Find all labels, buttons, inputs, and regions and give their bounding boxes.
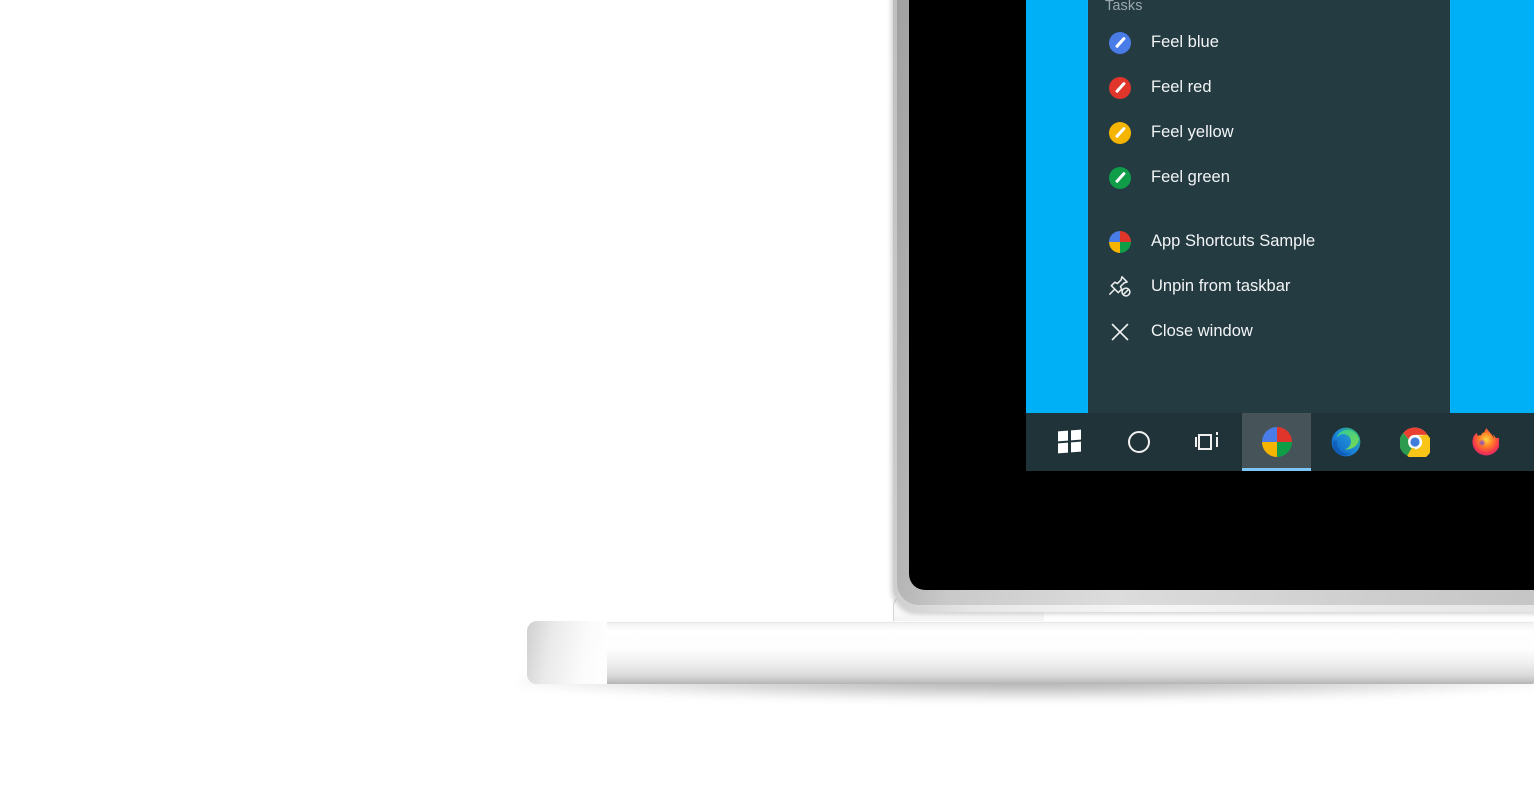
taskbar-button-cortana[interactable] — [1104, 413, 1173, 471]
jumplist-item-feel-blue[interactable]: Feel blue — [1088, 20, 1450, 65]
laptop-base-left-cap — [527, 621, 607, 684]
taskbar-button-start[interactable] — [1035, 413, 1104, 471]
laptop-base — [527, 621, 1534, 684]
jumplist-item-unpin-from-taskbar[interactable]: Unpin from taskbar — [1088, 264, 1450, 309]
taskbar-button-firefox[interactable] — [1449, 413, 1518, 471]
jumplist-item-label: Feel red — [1151, 78, 1212, 96]
taskbar-button-microsoft-edge[interactable] — [1311, 413, 1380, 471]
jumplist-item-feel-green[interactable]: Feel green — [1088, 155, 1450, 200]
jumplist-item-feel-red[interactable]: Feel red — [1088, 65, 1450, 110]
jumplist-item-label: Feel yellow — [1151, 123, 1234, 141]
unpin-icon — [1105, 272, 1135, 302]
jumplist-item-app-shortcuts-sample[interactable]: App Shortcuts Sample — [1088, 219, 1450, 264]
jumplist-item-label: Unpin from taskbar — [1151, 277, 1291, 295]
chrome-icon — [1399, 427, 1430, 457]
taskbar-button-app-shortcuts-sample[interactable] — [1242, 413, 1311, 471]
brush-circle-icon — [1105, 73, 1135, 103]
windows-logo-icon — [1058, 429, 1081, 454]
edge-icon — [1331, 427, 1360, 457]
brush-circle-icon — [1105, 28, 1135, 58]
jumplist-header: Tasks — [1105, 0, 1143, 14]
taskbar-button-task-view[interactable] — [1173, 413, 1242, 471]
jumplist-item-label: Close window — [1151, 322, 1253, 340]
task-view-icon — [1194, 431, 1221, 453]
pinwheel-icon — [1261, 427, 1292, 457]
jumplist-separator — [1088, 200, 1450, 219]
jumplist-item-label: App Shortcuts Sample — [1151, 232, 1316, 250]
brush-circle-icon — [1105, 118, 1135, 148]
firefox-icon — [1471, 428, 1499, 456]
jumplist-item-close-window[interactable]: Close window — [1088, 309, 1450, 354]
jumplist-menu: Tasks Feel blue Feel red Feel yellow Fee… — [1088, 0, 1450, 413]
close-icon — [1105, 317, 1135, 347]
jumplist-item-label: Feel blue — [1151, 33, 1219, 51]
scene: Tasks Feel blue Feel red Feel yellow Fee… — [0, 0, 1534, 805]
taskbar-button-google-chrome[interactable] — [1380, 413, 1449, 471]
taskbar — [1026, 413, 1534, 471]
pinwheel-icon — [1105, 227, 1135, 257]
cortana-circle-icon — [1127, 431, 1150, 453]
brush-circle-icon — [1105, 163, 1135, 193]
jumplist-item-label: Feel green — [1151, 168, 1230, 186]
jumplist-item-feel-yellow[interactable]: Feel yellow — [1088, 110, 1450, 155]
